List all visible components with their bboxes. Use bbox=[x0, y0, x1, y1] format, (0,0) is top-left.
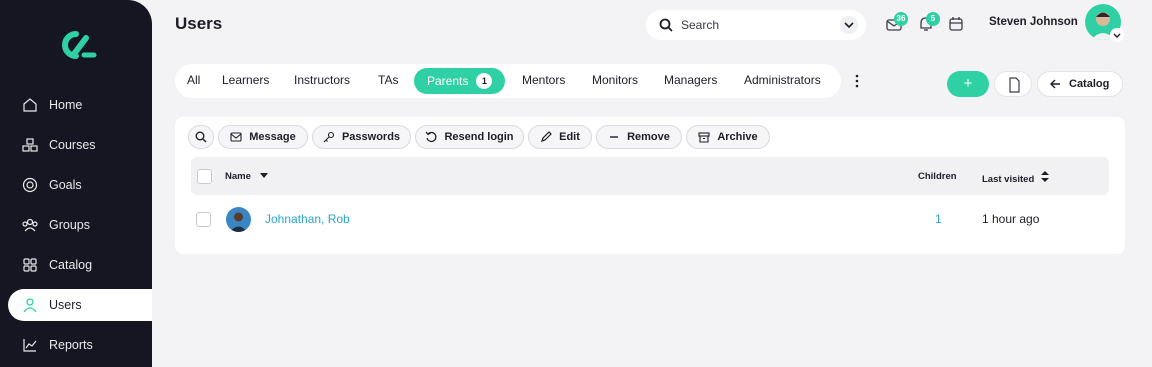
home-icon bbox=[23, 98, 37, 112]
tab-count-badge: 1 bbox=[476, 73, 493, 89]
arrow-left-icon bbox=[1050, 79, 1060, 89]
chevron-down-icon[interactable] bbox=[840, 16, 858, 34]
tab-all[interactable]: All bbox=[187, 73, 200, 87]
tab-label: Parents bbox=[427, 74, 469, 88]
tab-parents[interactable]: Parents 1 bbox=[414, 68, 506, 94]
sidebar-item-label: Courses bbox=[49, 138, 96, 152]
last-visited-value: 1 hour ago bbox=[982, 212, 1040, 226]
key-icon bbox=[323, 131, 335, 143]
users-icon bbox=[23, 298, 37, 313]
user-name-link[interactable]: Johnathan, Rob bbox=[265, 212, 350, 226]
catalog-icon bbox=[23, 258, 37, 272]
edit-button[interactable]: Edit bbox=[528, 125, 592, 149]
archive-button[interactable]: Archive bbox=[686, 125, 770, 149]
sidebar-item-groups[interactable]: Groups bbox=[8, 209, 152, 241]
goals-icon bbox=[22, 177, 38, 193]
select-all-checkbox[interactable] bbox=[197, 169, 212, 184]
search-placeholder: Search bbox=[681, 18, 720, 32]
reports-icon bbox=[23, 339, 37, 352]
sidebar: Home Courses Goals Groups Catalog Users … bbox=[0, 0, 152, 367]
sidebar-item-label: Groups bbox=[49, 218, 90, 232]
message-button-label: Message bbox=[249, 131, 296, 143]
sidebar-item-label: Home bbox=[49, 98, 83, 112]
catalog-button-label: Catalog bbox=[1069, 78, 1110, 90]
search-button[interactable] bbox=[188, 125, 214, 149]
caret-down-icon bbox=[259, 173, 268, 178]
sort-icon bbox=[1040, 171, 1049, 182]
tab-managers[interactable]: Managers bbox=[664, 73, 717, 87]
tab-tas[interactable]: TAs bbox=[378, 73, 398, 87]
sidebar-item-label: Catalog bbox=[49, 258, 93, 272]
search-icon bbox=[659, 18, 673, 32]
remove-button-label: Remove bbox=[627, 131, 670, 143]
export-button[interactable] bbox=[994, 71, 1032, 97]
minus-icon bbox=[610, 136, 619, 138]
courses-icon bbox=[22, 138, 38, 152]
column-header-label: Last visited bbox=[982, 174, 1035, 185]
pencil-icon bbox=[541, 131, 552, 142]
user-name[interactable]: Steven Johnson bbox=[989, 16, 1078, 28]
refresh-icon bbox=[426, 131, 437, 142]
logo-mark[interactable] bbox=[54, 30, 98, 60]
page-title: Users bbox=[175, 14, 223, 33]
sidebar-item-label: Goals bbox=[49, 178, 82, 192]
edit-button-label: Edit bbox=[559, 131, 580, 143]
sidebar-item-label: Reports bbox=[49, 338, 93, 352]
passwords-button-label: Passwords bbox=[341, 131, 401, 143]
messages-badge: 36 bbox=[894, 12, 908, 26]
sidebar-item-users[interactable]: Users bbox=[8, 289, 152, 321]
chevron-down-icon[interactable] bbox=[1110, 28, 1124, 42]
tab-mentors[interactable]: Mentors bbox=[522, 73, 565, 87]
archive-icon bbox=[698, 132, 710, 143]
column-header-name[interactable]: Name bbox=[225, 171, 268, 182]
remove-button[interactable]: Remove bbox=[596, 125, 682, 149]
role-tabs: All Learners Instructors TAs Parents 1 M… bbox=[175, 64, 841, 98]
sidebar-item-goals[interactable]: Goals bbox=[8, 169, 152, 201]
file-icon bbox=[1009, 77, 1020, 93]
row-checkbox[interactable] bbox=[196, 212, 211, 227]
tab-administrators[interactable]: Administrators bbox=[744, 73, 821, 87]
notifications-badge: 5 bbox=[926, 12, 940, 26]
search-icon bbox=[195, 131, 207, 143]
sidebar-item-reports[interactable]: Reports bbox=[8, 329, 152, 361]
sidebar-item-home[interactable]: Home bbox=[8, 89, 152, 121]
tab-monitors[interactable]: Monitors bbox=[592, 73, 638, 87]
groups-icon bbox=[22, 218, 38, 232]
calendar-icon[interactable] bbox=[947, 15, 965, 33]
catalog-button[interactable]: Catalog bbox=[1037, 71, 1123, 97]
resend-login-button[interactable]: Resend login bbox=[415, 125, 524, 149]
column-header-children[interactable]: Children bbox=[918, 171, 957, 182]
users-panel: Message Passwords Resend login Edit Remo… bbox=[175, 117, 1125, 254]
search-input[interactable]: Search bbox=[646, 10, 866, 40]
table-header: Name Children Last visited bbox=[191, 157, 1109, 195]
archive-button-label: Archive bbox=[717, 131, 758, 143]
passwords-button[interactable]: Passwords bbox=[312, 125, 411, 149]
children-count-link[interactable]: 1 bbox=[935, 212, 942, 226]
message-button[interactable]: Message bbox=[218, 125, 308, 149]
sidebar-item-label: Users bbox=[49, 298, 82, 312]
add-user-button[interactable]: + bbox=[947, 71, 989, 97]
sidebar-item-catalog[interactable]: Catalog bbox=[8, 249, 152, 281]
envelope-icon bbox=[230, 132, 242, 142]
tab-learners[interactable]: Learners bbox=[222, 73, 269, 87]
resend-login-button-label: Resend login bbox=[444, 131, 514, 143]
more-vertical-icon[interactable] bbox=[855, 74, 859, 88]
sidebar-item-courses[interactable]: Courses bbox=[8, 129, 152, 161]
avatar bbox=[226, 207, 251, 232]
column-header-label: Name bbox=[225, 171, 251, 182]
column-header-last-visited[interactable]: Last visited bbox=[982, 171, 1049, 185]
tab-instructors[interactable]: Instructors bbox=[294, 73, 350, 87]
